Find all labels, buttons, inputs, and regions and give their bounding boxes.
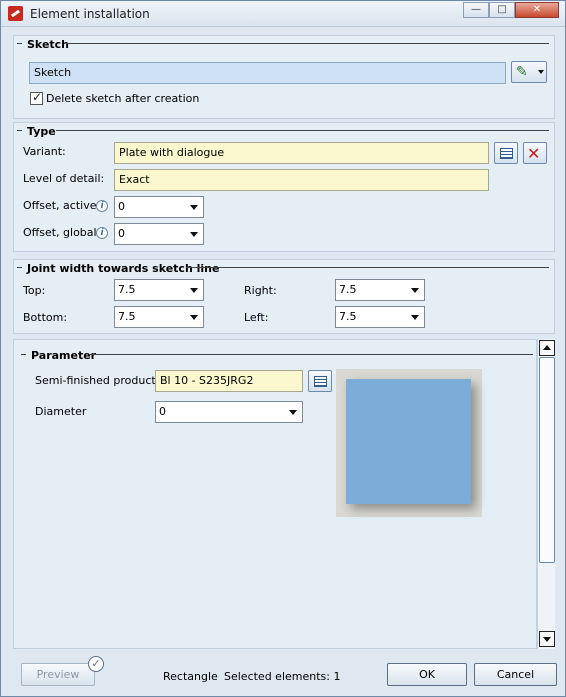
- sketch-pick-icon: ✎: [516, 64, 528, 80]
- app-icon: [8, 6, 23, 21]
- chevron-down-icon: [190, 205, 198, 210]
- window-controls: — □ ✕: [463, 2, 559, 18]
- chevron-down-icon: [289, 410, 297, 415]
- shape-preview: [336, 369, 482, 517]
- diameter-label: Diameter: [35, 405, 87, 418]
- sketch-legend: Sketch: [27, 38, 70, 51]
- left-value: 7.5: [339, 310, 357, 323]
- chevron-down-icon: [190, 315, 198, 320]
- lod-field[interactable]: Exact: [114, 169, 489, 191]
- offset-global-label: Offset, global:: [23, 226, 101, 239]
- top-label: Top:: [23, 284, 46, 297]
- title-bar: Element installation — □ ✕: [1, 1, 565, 27]
- chevron-down-icon: [190, 232, 198, 237]
- variant-delete-button[interactable]: ✕: [523, 142, 547, 164]
- ok-button[interactable]: OK: [387, 663, 467, 686]
- selected-elements-status: Selected elements: 1: [224, 670, 341, 683]
- cancel-button[interactable]: Cancel: [474, 663, 557, 686]
- scroll-up-button[interactable]: [539, 340, 555, 356]
- chevron-down-icon: [190, 288, 198, 293]
- bottom-select[interactable]: 7.5: [114, 306, 204, 328]
- info-icon[interactable]: i: [96, 227, 108, 239]
- type-legend: Type: [27, 125, 56, 138]
- list-icon: [500, 148, 513, 159]
- sketch-field[interactable]: Sketch: [29, 62, 506, 84]
- left-label: Left:: [244, 311, 269, 324]
- shape-status: Rectangle: [163, 670, 218, 683]
- variant-field[interactable]: Plate with dialogue: [114, 142, 489, 164]
- lod-label: Level of detail:: [23, 172, 105, 185]
- chevron-down-icon: [543, 637, 551, 642]
- offset-active-value: 0: [118, 200, 125, 213]
- close-button[interactable]: ✕: [515, 2, 559, 18]
- top-value: 7.5: [118, 283, 136, 296]
- bottom-label: Bottom:: [23, 311, 68, 324]
- offset-global-value: 0: [118, 227, 125, 240]
- list-icon: [314, 376, 327, 387]
- delete-icon: ✕: [527, 144, 541, 163]
- plate-preview-rectangle: [346, 379, 471, 504]
- bottom-value: 7.5: [118, 310, 136, 323]
- info-icon[interactable]: i: [96, 200, 108, 212]
- chevron-up-icon: [543, 345, 551, 350]
- chevron-down-icon: [538, 70, 544, 74]
- scroll-down-button[interactable]: [539, 631, 555, 647]
- window-title: Element installation: [30, 7, 150, 21]
- chevron-down-icon: [411, 315, 419, 320]
- diameter-select[interactable]: 0: [155, 401, 303, 423]
- parameter-scrollbar[interactable]: [537, 339, 555, 649]
- element-installation-dialog: Element installation — □ ✕ Sketch Sketch…: [0, 0, 566, 697]
- preview-button[interactable]: Preview: [21, 663, 95, 686]
- variant-label: Variant:: [23, 145, 66, 158]
- semi-finished-label: Semi-finished product: [35, 374, 156, 387]
- semi-finished-library-button[interactable]: [308, 370, 332, 392]
- variant-library-button[interactable]: [494, 142, 518, 164]
- right-select[interactable]: 7.5: [335, 279, 425, 301]
- right-value: 7.5: [339, 283, 357, 296]
- check-icon: ✓: [88, 656, 104, 672]
- left-select[interactable]: 7.5: [335, 306, 425, 328]
- delete-sketch-checkbox[interactable]: [30, 90, 43, 105]
- parameter-legend: Parameter: [31, 349, 97, 362]
- right-label: Right:: [244, 284, 277, 297]
- top-select[interactable]: 7.5: [114, 279, 204, 301]
- minimize-button[interactable]: —: [463, 2, 489, 18]
- delete-sketch-label: Delete sketch after creation: [46, 92, 200, 105]
- diameter-value: 0: [159, 405, 166, 418]
- sketch-pick-button[interactable]: ✎: [511, 61, 547, 83]
- maximize-button[interactable]: □: [489, 2, 515, 18]
- semi-finished-field[interactable]: Bl 10 - S235JRG2: [155, 370, 303, 392]
- chevron-down-icon: [411, 288, 419, 293]
- offset-active-label: Offset, active:: [23, 199, 101, 212]
- offset-active-select[interactable]: 0: [114, 196, 204, 218]
- offset-global-select[interactable]: 0: [114, 223, 204, 245]
- scroll-thumb[interactable]: [539, 357, 555, 563]
- joint-legend: Joint width towards sketch line: [27, 262, 220, 275]
